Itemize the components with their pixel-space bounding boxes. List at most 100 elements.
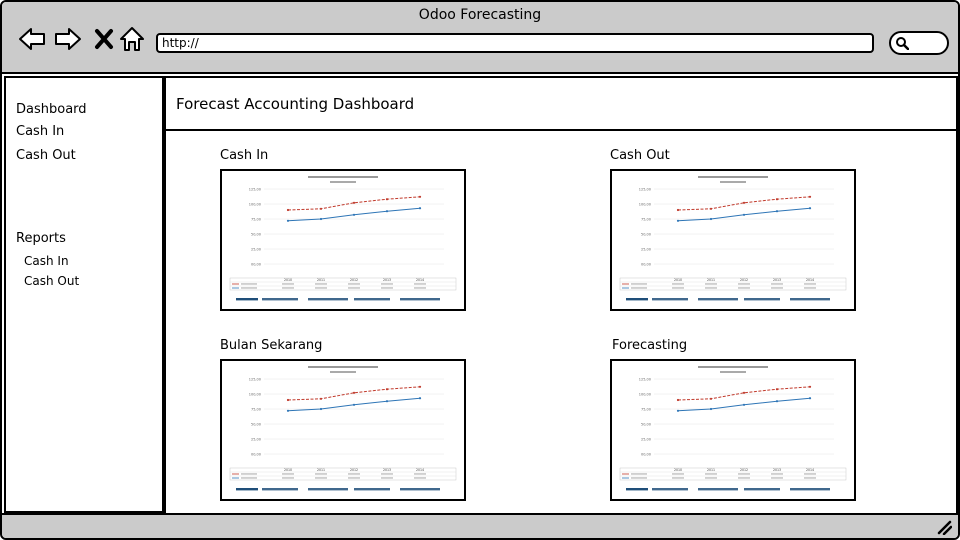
data-point [709,207,713,210]
chart-cash-in[interactable]: 125,00 100,00 75,00 50,00 25,00 00,00 2010 2011… [220,169,466,311]
y-tick-label: 75,00 [251,218,261,222]
chart-subheading-line [720,371,746,373]
data-point [352,403,356,406]
data-point [418,195,422,198]
data-point [775,198,779,201]
sidebar-item-reports-cash-out[interactable]: Cash Out [24,274,79,288]
chart-forecasting[interactable]: 125,00 100,00 75,00 50,00 25,00 00,00 2010 2011… [610,359,856,501]
home-icon[interactable] [118,26,146,52]
footer-text-block [354,488,390,491]
table-cell [672,473,684,475]
table-cell [705,473,717,475]
footer-text-block [626,298,648,301]
data-point [286,398,290,402]
close-x-icon[interactable] [90,26,118,52]
panel-title-bulan-sekarang: Bulan Sekarang [220,338,323,353]
data-point [676,208,680,212]
x-tick-label: 2010 [674,468,682,472]
table-legend-label [241,477,257,479]
table-cell [738,287,750,289]
sidebar-item-cash-out[interactable]: Cash Out [16,148,76,163]
table-legend-label [631,283,647,285]
x-tick-label: 2011 [317,468,325,472]
data-point [676,219,680,222]
forward-arrow-icon[interactable] [54,26,82,52]
x-tick-label: 2012 [350,468,358,472]
table-cell [414,473,426,475]
search-input[interactable] [889,31,949,55]
data-point [775,388,779,391]
data-point [808,397,812,400]
data-point [286,219,290,222]
table-cell [381,287,393,289]
x-tick-label: 2014 [806,278,814,282]
chart-cash-out[interactable]: 125,00 100,00 75,00 50,00 25,00 00,00 2010 2011… [610,169,856,311]
search-icon [896,37,909,50]
table-cell [381,477,393,479]
y-tick-label: 50,00 [251,233,261,237]
sidebar-item-reports[interactable]: Reports [16,231,66,246]
data-point [319,397,323,400]
y-tick-label: 25,00 [251,438,261,442]
y-tick-label: 75,00 [641,408,651,412]
footer-text-block [698,298,738,301]
chart-bulan-sekarang[interactable]: 125,00 100,00 75,00 50,00 25,00 00,00 2010 2011… [220,359,466,501]
back-arrow-icon[interactable] [18,26,46,52]
table-cell [348,473,360,475]
line-chart: 125,00 100,00 75,00 50,00 25,00 00,00 2010 2011… [619,366,847,491]
table-cell [738,283,750,285]
footer-text-block [236,488,258,491]
sidebar-item-reports-cash-in[interactable]: Cash In [24,254,69,268]
data-point [418,397,422,400]
table-cell [672,287,684,289]
footer-text-block [698,488,738,491]
x-tick-label: 2013 [383,278,391,282]
data-point [742,201,746,204]
table-cell [804,477,816,479]
table-cell [738,477,750,479]
table-cell [771,283,783,285]
data-point [319,207,323,210]
y-tick-label: 100,00 [639,203,651,207]
table-cell [348,283,360,285]
data-point [808,385,812,388]
sidebar-item-dashboard[interactable]: Dashboard [16,102,87,117]
data-point [742,213,746,216]
x-tick-label: 2013 [773,468,781,472]
y-tick-label: 50,00 [251,423,261,427]
table-legend-label [241,473,257,475]
y-tick-label: 50,00 [641,423,651,427]
footer-text-block [400,298,440,301]
table-cell [705,477,717,479]
page-header: Forecast Accounting Dashboard [164,76,958,131]
data-point [775,210,779,213]
resize-grip-icon[interactable] [936,519,952,535]
table-legend-label [631,287,647,289]
footer-text-block [652,488,688,491]
x-tick-label: 2012 [740,278,748,282]
table-cell [315,283,327,285]
table-cell [348,477,360,479]
table-cell [348,287,360,289]
table-cell [738,473,750,475]
table-legend-label [631,477,647,479]
panel-title-cash-out: Cash Out [610,148,670,163]
data-point [385,210,389,213]
footer-text-block [262,488,298,491]
chart-subheading-line [720,181,746,183]
y-tick-label: 100,00 [639,393,651,397]
data-point [352,391,356,394]
table-cell [282,283,294,285]
line-chart: 125,00 100,00 75,00 50,00 25,00 00,00 2010 2011… [229,176,457,301]
y-tick-label: 00,00 [641,263,651,267]
url-input[interactable]: http:// [156,33,874,53]
data-point [319,217,323,221]
data-point [352,213,356,216]
table-cell [315,287,327,289]
chart-heading-line [308,176,378,178]
data-point [385,198,389,201]
data-point [418,385,422,388]
data-point [385,400,389,403]
sidebar-item-cash-in[interactable]: Cash In [16,124,64,139]
table-cell [282,473,294,475]
